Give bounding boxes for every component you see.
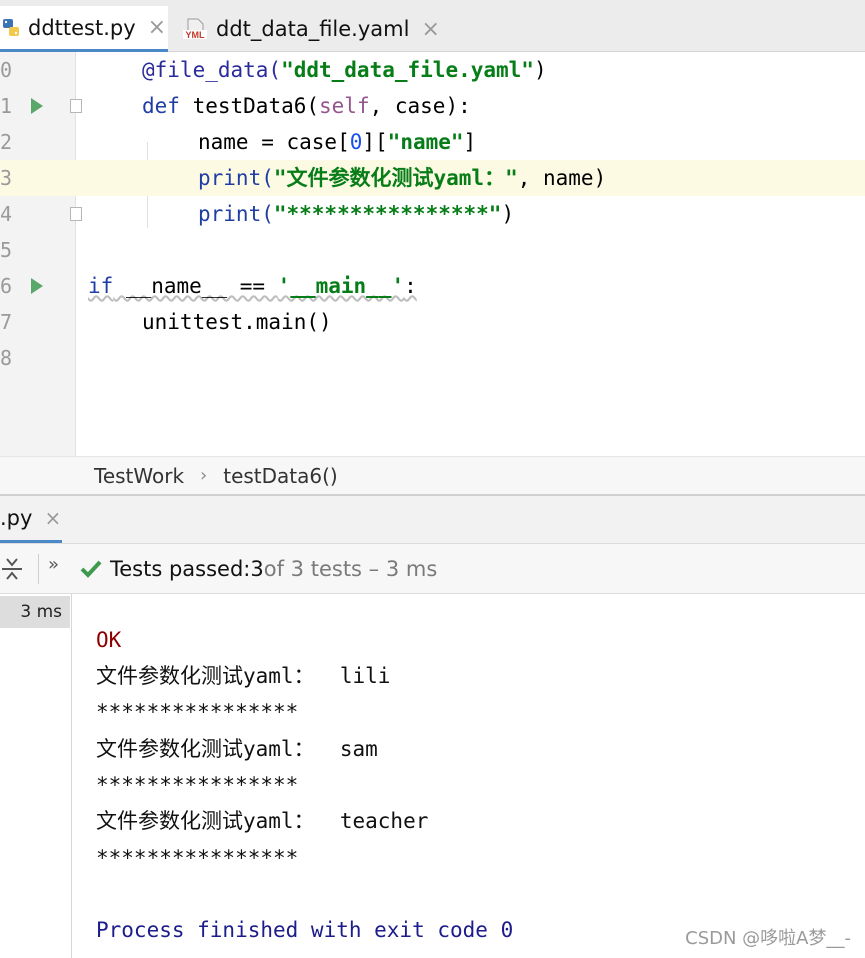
active-tab-indicator xyxy=(0,540,62,543)
tab-label: ddttest.py xyxy=(28,15,136,40)
passed-count: 3 xyxy=(250,557,264,581)
tab-label: ddt_data_file.yaml xyxy=(216,17,410,41)
code-text: print("****************") xyxy=(198,202,515,226)
console-line: 文件参数化测试yaml： lili xyxy=(96,664,391,688)
console-line: 文件参数化测试yaml： teacher xyxy=(96,809,429,833)
code-line: 4 print("****************") xyxy=(0,196,865,232)
test-tree: 3 ms xyxy=(0,594,72,958)
python-file-icon xyxy=(2,18,20,38)
code-text: if __name__ == '__main__': xyxy=(88,274,417,298)
run-tool-window-tabs: .py × xyxy=(0,496,865,544)
console-line: **************** xyxy=(96,773,299,797)
console-line: **************** xyxy=(96,846,299,870)
run-tab[interactable]: .py × xyxy=(0,506,61,530)
code-text: unittest.main() xyxy=(142,310,332,334)
breadcrumb-method[interactable]: testData6() xyxy=(223,464,338,488)
test-runner-toolbar: » Tests passed: 3 of 3 tests – 3 ms xyxy=(0,544,865,594)
tab-ddttest-py[interactable]: ddttest.py × xyxy=(0,6,168,52)
breadcrumb-class[interactable]: TestWork xyxy=(94,464,184,488)
chevron-right-icon: › xyxy=(200,465,208,486)
code-text: print("文件参数化测试yaml：", name) xyxy=(198,166,607,190)
console-output-panel[interactable]: 3 ms OK 文件参数化测试yaml： lili **************… xyxy=(0,594,865,958)
check-icon xyxy=(80,559,102,579)
code-line: 7 unittest.main() xyxy=(0,304,865,340)
console-line: Process finished with exit code 0 xyxy=(96,918,514,942)
code-line: 8 xyxy=(0,340,865,376)
collapse-all-icon[interactable] xyxy=(0,556,24,582)
code-text: def testData6(self, case): xyxy=(142,94,471,118)
editor-tab-bar: ddttest.py × YML ddt_data_file.yaml × xyxy=(0,0,865,52)
close-icon[interactable]: × xyxy=(44,506,61,530)
toolbar-separator xyxy=(38,554,39,584)
code-line: 6 if __name__ == '__main__': xyxy=(0,268,865,304)
console-line: OK xyxy=(96,628,122,652)
tab-ddt-data-file-yaml[interactable]: YML ddt_data_file.yaml × xyxy=(182,6,442,52)
line-number: 3 xyxy=(0,166,13,190)
test-duration[interactable]: 3 ms xyxy=(0,596,70,628)
watermark: CSDN @哆啦A梦__- xyxy=(685,928,851,949)
line-number: 8 xyxy=(0,346,13,370)
code-line: 5 xyxy=(0,232,865,268)
test-status: Tests passed: 3 of 3 tests – 3 ms xyxy=(80,544,437,594)
line-number: 1 xyxy=(0,94,13,118)
code-line: 1 def testData6(self, case): xyxy=(0,88,865,124)
code-line: 2 name = case[0]["name"] xyxy=(0,124,865,160)
console-line: **************** xyxy=(96,700,299,724)
close-icon[interactable]: × xyxy=(148,15,166,40)
line-number: 6 xyxy=(0,274,13,298)
run-gutter-icon[interactable] xyxy=(31,278,43,294)
line-number: 4 xyxy=(0,202,13,226)
line-number: 2 xyxy=(0,130,13,154)
current-line: 3 print("文件参数化测试yaml：", name) xyxy=(0,160,865,196)
breadcrumb: TestWork › testData6() xyxy=(0,456,865,496)
run-tab-label: .py xyxy=(0,506,33,530)
code-text: @file_data("ddt_data_file.yaml") xyxy=(142,58,547,82)
fold-icon[interactable] xyxy=(70,99,82,113)
console-line: 文件参数化测试yaml： sam xyxy=(96,737,378,761)
code-line: 0 @file_data("ddt_data_file.yaml") xyxy=(0,52,865,88)
line-number: 7 xyxy=(0,310,13,334)
close-icon[interactable]: × xyxy=(421,17,439,42)
line-number: 0 xyxy=(0,58,13,82)
yaml-file-icon: YML xyxy=(182,18,208,40)
svg-text:YML: YML xyxy=(186,30,206,40)
status-prefix: Tests passed: xyxy=(110,557,251,581)
line-number: 5 xyxy=(0,238,13,262)
more-actions-icon[interactable]: » xyxy=(48,554,59,575)
run-gutter-icon[interactable] xyxy=(31,98,43,114)
status-suffix: of 3 tests – 3 ms xyxy=(263,557,438,581)
code-text: name = case[0]["name"] xyxy=(198,130,477,154)
code-editor[interactable]: 0 @file_data("ddt_data_file.yaml") 1 def… xyxy=(0,52,865,456)
fold-icon[interactable] xyxy=(70,207,82,221)
